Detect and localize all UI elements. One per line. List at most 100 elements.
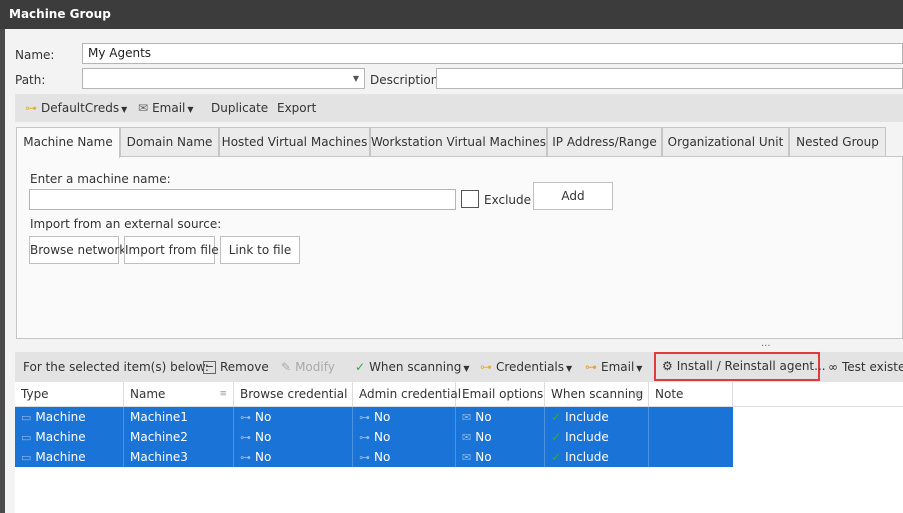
dropdown-arrow-icon: ▼ (187, 105, 194, 114)
envelope-icon: ✉ (138, 101, 149, 115)
dropdown-arrow-icon: ▼ (121, 105, 128, 114)
note-cell (649, 447, 733, 467)
tab-hosted-virtual-machines[interactable]: Hosted Virtual Machines (219, 127, 370, 157)
gear-icon: ⚙ (662, 359, 673, 373)
monitor-icon: ▭ (21, 431, 32, 444)
key-icon: ⊶ (359, 411, 370, 424)
path-dropdown[interactable]: ▼ (82, 68, 365, 89)
browse-credential-cell: ⊶ No (234, 447, 353, 467)
exclude-checkbox[interactable] (461, 190, 479, 208)
tab-nested-group[interactable]: Nested Group (789, 127, 886, 157)
type-value: Machine (35, 450, 86, 464)
table-row[interactable]: ▭ Machine Machine1 ⊶ No ⊶ No ✉ No ✓ Include (15, 407, 733, 427)
monitor-icon: ▭ (21, 451, 32, 464)
email-options-cell: ✉ No (456, 447, 545, 467)
link-to-file-button[interactable]: Link to file (220, 236, 300, 264)
email-value: No (475, 450, 492, 464)
key-icon: ⊶ (359, 451, 370, 464)
browse-value: No (255, 430, 272, 444)
machine-name-input[interactable] (29, 189, 456, 210)
remove-label: Remove (220, 360, 269, 374)
email-button[interactable]: ✉ Email ▼ (138, 94, 194, 122)
when-scanning-button[interactable]: ✓ When scanning ▼ (355, 352, 469, 382)
column-note[interactable]: Note (649, 382, 733, 407)
checkmark-icon: ✓ (551, 450, 562, 464)
column-name[interactable]: Name ≡ (124, 382, 234, 407)
key-icon: ⊶ (359, 431, 370, 444)
key-icon: ⊶ (25, 101, 37, 115)
admin-credential-cell: ⊶ No (353, 427, 456, 447)
when-scanning-cell: ✓ Include (545, 427, 649, 447)
email-options-cell: ✉ No (456, 427, 545, 447)
key-icon: ⊶ (240, 451, 251, 464)
column-browse-credential[interactable]: Browse credential (234, 382, 353, 407)
selection-toolbar: For the selected item(s) below: − Remove … (15, 352, 903, 382)
key-icon: ⊶ (480, 360, 492, 374)
email-key-icon: ⊶ (585, 360, 597, 374)
tab-machine-name[interactable]: Machine Name (16, 127, 120, 158)
install-agent-label: Install / Reinstall agent... (676, 359, 826, 373)
test-button[interactable]: ∞ Test existe (828, 352, 903, 382)
email-value: No (475, 430, 492, 444)
credentials-label: Credentials (496, 360, 565, 374)
group-toolbar: ⊶ DefaultCreds ▼ ✉ Email ▼ Duplicate Export (15, 94, 903, 122)
pencil-icon: ✎ (281, 360, 292, 374)
browse-network-button[interactable]: Browse network (29, 236, 126, 264)
when-scanning-label: When scanning (369, 360, 462, 374)
email-value: No (475, 410, 492, 424)
tab-workstation-virtual-machines[interactable]: Workstation Virtual Machines (370, 127, 547, 157)
remove-button[interactable]: − Remove (203, 352, 269, 382)
scan-value: Include (565, 430, 609, 444)
description-input[interactable] (436, 68, 903, 89)
column-when-scanning[interactable]: When scanning ≡ (545, 382, 649, 407)
admin-value: No (374, 430, 391, 444)
key-icon: ⊶ (240, 431, 251, 444)
sort-icon: ≡ (634, 389, 642, 399)
column-type[interactable]: Type (15, 382, 124, 407)
tab-organizational-unit[interactable]: Organizational Unit (662, 127, 789, 157)
browse-credential-cell: ⊶ No (234, 407, 353, 427)
default-creds-button[interactable]: ⊶ DefaultCreds ▼ (25, 94, 127, 122)
path-label: Path: (15, 73, 46, 87)
install-agent-button[interactable]: ⚙ Install / Reinstall agent... (654, 352, 826, 381)
sort-icon: ≡ (219, 389, 227, 399)
column-name-label: Name (130, 387, 166, 401)
type-cell: ▭ Machine (15, 447, 124, 467)
name-cell: Machine3 (124, 447, 234, 467)
browse-value: No (255, 450, 272, 464)
dropdown-arrow-icon: ▼ (463, 364, 470, 373)
table-row[interactable]: ▭ Machine Machine3 ⊶ No ⊶ No ✉ No ✓ Include (15, 447, 733, 467)
table-row[interactable]: ▭ Machine Machine2 ⊶ No ⊶ No ✉ No ✓ Include (15, 427, 733, 447)
envelope-icon: ✉ (462, 411, 472, 424)
selection-label: For the selected item(s) below: (23, 360, 209, 374)
add-button[interactable]: Add (533, 182, 613, 210)
tab-ip-address-range[interactable]: IP Address/Range (547, 127, 662, 157)
name-cell: Machine1 (124, 407, 234, 427)
name-input[interactable]: My Agents (82, 43, 903, 64)
credentials-button[interactable]: ⊶ Credentials ▼ (480, 352, 572, 382)
scan-value: Include (565, 450, 609, 464)
admin-credential-cell: ⊶ No (353, 447, 456, 467)
checkmark-icon: ✓ (551, 430, 562, 444)
monitor-icon: ▭ (21, 411, 32, 424)
email-options-button[interactable]: ⊶ Email ▼ (585, 352, 642, 382)
dropdown-arrow-icon: ▼ (636, 364, 643, 373)
envelope-icon: ✉ (462, 451, 472, 464)
column-email-options[interactable]: Email options (456, 382, 545, 407)
admin-value: No (374, 410, 391, 424)
exclude-label: Exclude (484, 193, 532, 207)
type-value: Machine (35, 410, 86, 424)
checkmark-icon: ✓ (551, 410, 562, 424)
name-label: Name: (15, 48, 55, 62)
modify-button: ✎ Modify (281, 352, 335, 382)
splitter-handle[interactable]: ... (761, 339, 771, 349)
column-admin-credential[interactable]: Admin credential (353, 382, 461, 407)
when-scanning-cell: ✓ Include (545, 407, 649, 427)
import-from-file-button[interactable]: Import from file (124, 236, 219, 264)
when-scanning-cell: ✓ Include (545, 447, 649, 467)
duplicate-button[interactable]: Duplicate (211, 94, 268, 122)
tab-domain-name[interactable]: Domain Name (120, 127, 219, 157)
export-button[interactable]: Export (277, 94, 316, 122)
browse-value: No (255, 410, 272, 424)
name-cell: Machine2 (124, 427, 234, 447)
